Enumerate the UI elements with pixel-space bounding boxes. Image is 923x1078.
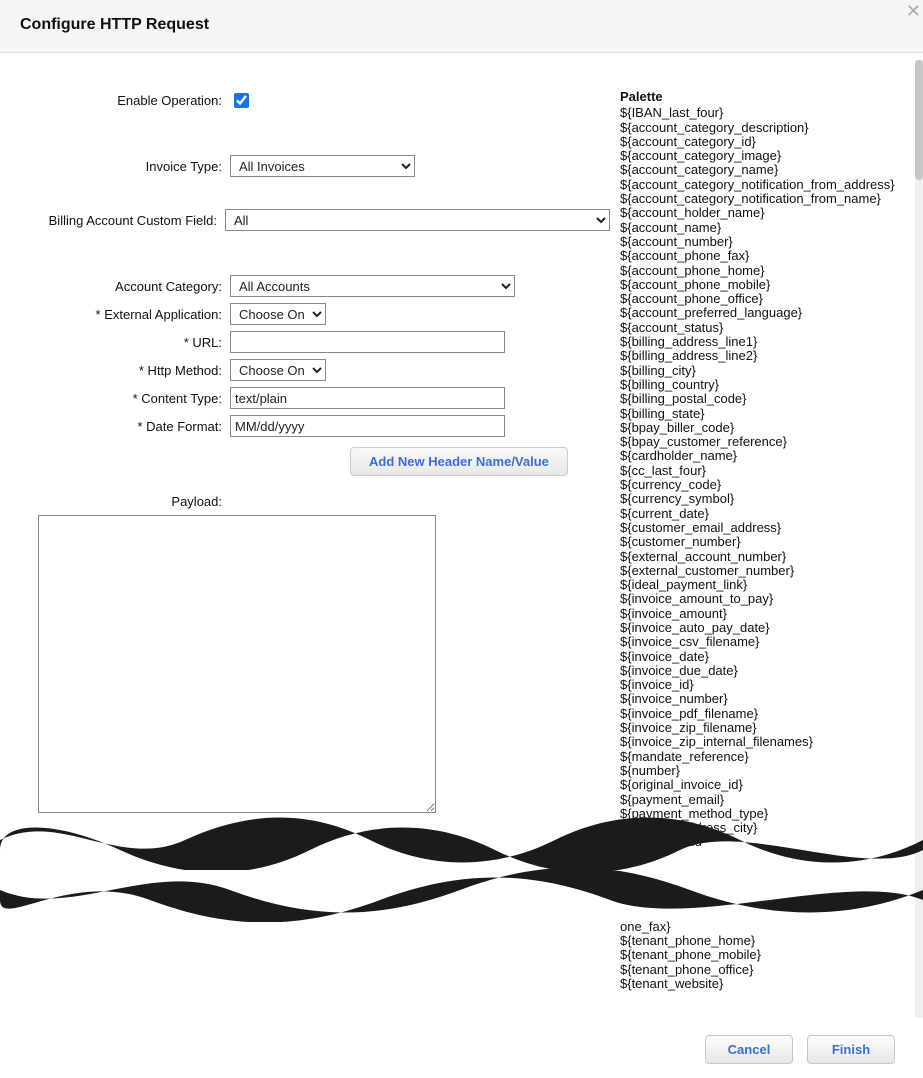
palette-item[interactable]: ${bpay_customer_reference}	[620, 435, 901, 449]
palette-item[interactable]: ${account_category_image}	[620, 149, 901, 163]
url-input[interactable]	[230, 331, 505, 353]
invoice-type-label: Invoice Type:	[30, 159, 230, 174]
palette-item[interactable]: ${IBAN_last_four}	[620, 106, 901, 120]
palette-item[interactable]: ${account_category_notification_from_add…	[620, 178, 901, 192]
palette-item[interactable]: ${invoice_due_date}	[620, 664, 901, 678]
palette-item[interactable]: ${currency_symbol}	[620, 492, 901, 506]
palette-item[interactable]: ${account_category_id}	[620, 135, 901, 149]
palette-item[interactable]: ${ideal_payment_link}	[620, 578, 901, 592]
invoice-type-select[interactable]: All Invoices	[230, 155, 415, 177]
palette-item[interactable]: ${cardholder_name}	[620, 449, 901, 463]
scrollbar-track[interactable]	[915, 60, 923, 1018]
palette-item[interactable]: ${account_category_description}	[620, 121, 901, 135]
palette-title: Palette	[620, 90, 901, 104]
palette-item[interactable]: ${invoice_id}	[620, 678, 901, 692]
palette-item[interactable]: ${account_status}	[620, 321, 901, 335]
palette-item[interactable]: ${account_preferred_language}	[620, 306, 901, 320]
dialog-title: Configure HTTP Request	[20, 16, 903, 34]
http-method-select[interactable]: Choose One	[230, 359, 326, 381]
enable-operation-label: Enable Operation:	[30, 93, 230, 108]
palette-item[interactable]: ${billing_city}	[620, 364, 901, 378]
palette-item[interactable]: ${bpay_biller_code}	[620, 421, 901, 435]
palette-item[interactable]: ${account_category_name}	[620, 163, 901, 177]
dialog-footer: Cancel Finish	[0, 1035, 915, 1064]
palette-item[interactable]: ${account_number}	[620, 235, 901, 249]
dialog-content: Enable Operation: Invoice Type: All Invo…	[0, 60, 915, 1018]
palette-item[interactable]: ${invoice_pdf_filename}	[620, 707, 901, 721]
palette-item[interactable]: one_fax}	[620, 920, 901, 934]
palette-item[interactable]: ${tenant_phone_mobile}	[620, 948, 901, 962]
add-header-button[interactable]: Add New Header Name/Value	[350, 447, 568, 476]
palette-item[interactable]: ${account_phone_fax}	[620, 249, 901, 263]
palette-item[interactable]: ${invoice_zip_internal_filenames}	[620, 735, 901, 749]
account-category-select[interactable]: All Accounts	[230, 275, 515, 297]
palette-item[interactable]: ${tenant_website}	[620, 977, 901, 991]
form-column: Enable Operation: Invoice Type: All Invo…	[30, 90, 610, 816]
palette-item[interactable]: ${account_phone_office}	[620, 292, 901, 306]
billing-custom-field-label: Billing Account Custom Field:	[30, 213, 225, 228]
palette-item[interactable]: ${billing_address_line1}	[620, 335, 901, 349]
http-method-label: * Http Method:	[30, 363, 230, 378]
palette-item[interactable]: ${billing_postal_code}	[620, 392, 901, 406]
enable-operation-checkbox[interactable]	[234, 93, 249, 108]
payload-label: Payload:	[30, 494, 230, 509]
palette-item[interactable]: ${billing_address_line2}	[620, 349, 901, 363]
palette-item[interactable]: ${invoice_auto_pay_date}	[620, 621, 901, 635]
palette-item[interactable]: ${payment_email}	[620, 793, 901, 807]
palette-item[interactable]: ${cc_last_four}	[620, 464, 901, 478]
content-type-label: * Content Type:	[30, 391, 230, 406]
palette-item[interactable]: ${account_phone_home}	[620, 264, 901, 278]
palette-item[interactable]: ${invoice_zip_filename}	[620, 721, 901, 735]
palette-item[interactable]: ${mandate_reference}	[620, 750, 901, 764]
palette-item[interactable]: ${account_phone_mobile}	[620, 278, 901, 292]
palette-bottom-list: one_fax}${tenant_phone_home}${tenant_pho…	[620, 920, 901, 991]
date-format-input[interactable]	[230, 415, 505, 437]
palette-item[interactable]: ${billing_country}	[620, 378, 901, 392]
billing-custom-field-select[interactable]: All	[225, 209, 610, 231]
palette-item[interactable]: ${service_address_city}	[620, 821, 901, 835]
palette-item[interactable]: ${tenant_phone_home}	[620, 934, 901, 948]
palette-item[interactable]: ${invoice_amount}	[620, 607, 901, 621]
content-type-input[interactable]	[230, 387, 505, 409]
palette-top-list: ${IBAN_last_four}${account_category_desc…	[620, 106, 901, 849]
account-category-label: Account Category:	[30, 279, 230, 294]
palette-item[interactable]: ${current_date}	[620, 507, 901, 521]
palette-item[interactable]: ${number}	[620, 764, 901, 778]
palette-column: Palette ${IBAN_last_four}${account_categ…	[610, 90, 901, 991]
external-app-select[interactable]: Choose One	[230, 303, 326, 325]
dialog-header: Configure HTTP Request	[0, 0, 923, 53]
palette-item[interactable]: ${original_invoice_id}	[620, 778, 901, 792]
palette-item[interactable]: ${account_name}	[620, 221, 901, 235]
palette-item[interactable]: ${invoice_csv_filename}	[620, 635, 901, 649]
palette-item[interactable]: ${tenant_phone_office}	[620, 963, 901, 977]
palette-item[interactable]: ${account_holder_name}	[620, 206, 901, 220]
cancel-button[interactable]: Cancel	[705, 1035, 793, 1064]
finish-button[interactable]: Finish	[807, 1035, 895, 1064]
url-label: * URL:	[30, 335, 230, 350]
palette-item[interactable]: ${billing_state}	[620, 407, 901, 421]
palette-item[interactable]: ${external_customer_number}	[620, 564, 901, 578]
external-app-label: * External Application:	[30, 307, 230, 322]
palette-item[interactable]: ${customer_email_address}	[620, 521, 901, 535]
date-format-label: * Date Format:	[30, 419, 230, 434]
palette-item[interactable]: ${invoice_date}	[620, 650, 901, 664]
palette-item[interactable]: ${invoice_number}	[620, 692, 901, 706]
palette-item[interactable]: ${customer_number}	[620, 535, 901, 549]
palette-item[interactable]: ${invoice_amount_to_pay}	[620, 592, 901, 606]
palette-item[interactable]: ${service_add	[620, 835, 901, 849]
palette-item[interactable]: ${currency_code}	[620, 478, 901, 492]
scrollbar-thumb[interactable]	[915, 60, 923, 180]
close-icon[interactable]: ✕	[906, 2, 921, 20]
palette-item[interactable]: ${account_category_notification_from_nam…	[620, 192, 901, 206]
palette-item[interactable]: ${external_account_number}	[620, 550, 901, 564]
palette-item[interactable]: ${payment_method_type}	[620, 807, 901, 821]
payload-textarea[interactable]	[38, 515, 436, 813]
